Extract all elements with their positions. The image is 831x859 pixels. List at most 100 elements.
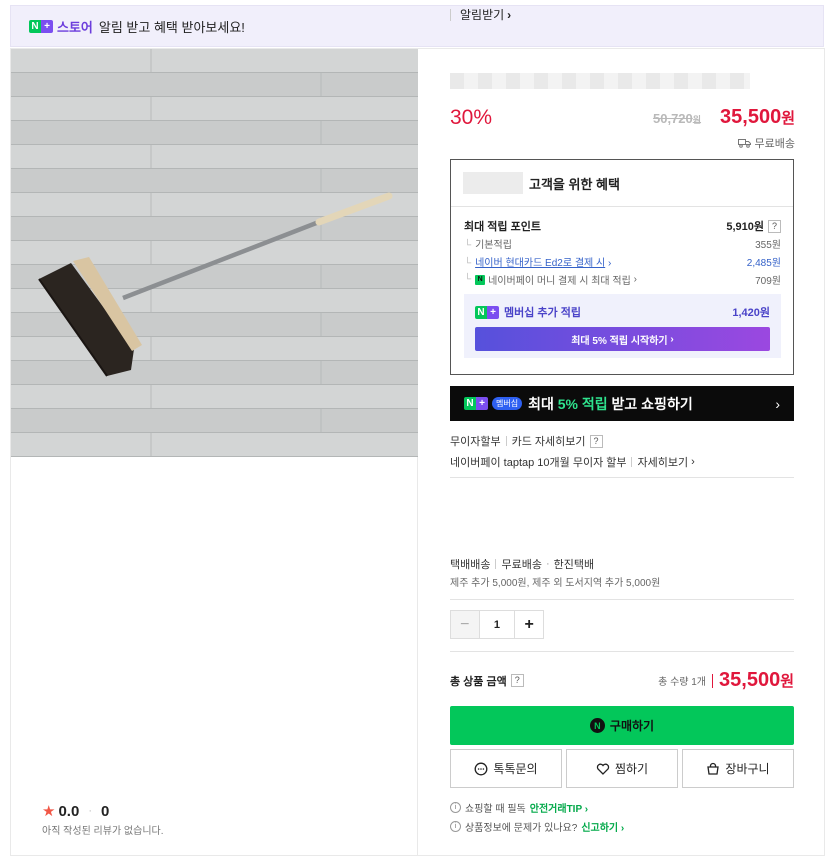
quantity-stepper: − 1 + <box>450 610 544 639</box>
info-icon: i <box>450 802 461 813</box>
membership-badge: 멤버십 <box>492 397 523 410</box>
membership-row: N + 멤버십 추가 적립 1,420원 <box>475 304 770 320</box>
nplus-logo-icon: N + <box>475 305 499 319</box>
sale-price: 35,500원 <box>720 106 795 128</box>
chevron-right-icon: › <box>507 7 512 22</box>
safe-trade-tip: i 쇼핑할 때 필독 안전거래TIP › <box>450 800 588 815</box>
truck-icon <box>737 139 751 148</box>
nplus-logo-icon: N + <box>29 19 53 33</box>
max-points-label: 최대 적립 포인트 <box>464 221 541 233</box>
heart-icon <box>596 763 610 775</box>
free-shipping: 무료배송 <box>737 135 795 151</box>
secondary-actions: 톡톡문의 찜하기 장바구니 <box>450 749 794 788</box>
card-points-value: 2,485원 <box>746 258 781 269</box>
membership-box: N + 멤버십 추가 적립 1,420원 최대 5% 적립 시작하기 › <box>464 294 781 358</box>
benefit-box: 고객을 위한 혜택 최대 적립 포인트 5,910원? └ 기본적립 355원 └… <box>450 159 794 375</box>
taptap-label: 네이버페이 taptap 10개월 무이자 할부 <box>450 457 627 469</box>
npay-points-value: 709원 <box>755 276 781 287</box>
no-review-text: 아직 작성된 리뷰가 없습니다. <box>42 826 164 837</box>
divider <box>450 651 794 652</box>
notify-button-label: 알림받기 <box>460 8 505 22</box>
chevron-right-icon: › <box>670 333 674 345</box>
quantity-decrease-button[interactable]: − <box>451 611 480 638</box>
divider <box>495 559 497 569</box>
taptap-row: 네이버페이 taptap 10개월 무이자 할부 자세히보기 › <box>450 454 695 470</box>
membership-label: 멤버십 추가 적립 <box>504 307 581 319</box>
safe-trade-link[interactable]: 안전거래TIP › <box>530 800 588 815</box>
benefit-title: 고객을 위한 혜택 <box>529 176 620 192</box>
chat-icon <box>474 762 488 775</box>
npay-points-label: 네이버페이 머니 결제 시 최대 적립 <box>488 276 631 287</box>
product-title-blurred <box>450 73 750 89</box>
talk-inquiry-button[interactable]: 톡톡문의 <box>450 749 562 788</box>
card-detail-link[interactable]: 카드 자세히보기 <box>512 433 586 449</box>
help-icon[interactable]: ? <box>589 434 603 448</box>
wish-button[interactable]: 찜하기 <box>566 749 678 788</box>
shipping-fee: 무료배송 <box>501 559 542 571</box>
store-name-blurred <box>463 172 523 194</box>
chevron-right-icon: › <box>775 395 780 412</box>
total-count: 총 수량 1개 <box>658 677 707 688</box>
membership-banner[interactable]: N + 멤버십 최대 5% 적립 받고 쇼핑하기 › <box>450 386 794 421</box>
product-detail-frame: ★ 0.0 · 0 아직 작성된 리뷰가 없습니다. 30% 50,720원 3… <box>10 48 825 856</box>
divider <box>450 599 794 600</box>
shipping-carrier: 한진택배 <box>553 559 595 571</box>
help-icon[interactable]: ? <box>768 219 781 233</box>
banner-text: 최대 5% 적립 받고 쇼핑하기 <box>528 395 693 412</box>
divider <box>712 673 714 688</box>
total-label: 총 상품 금액 <box>450 675 507 688</box>
max-points-row: 최대 적립 포인트 5,910원? <box>464 218 781 234</box>
shipping-row: 택배배송 무료배송 · 한진택배 <box>450 558 595 571</box>
quantity-increase-button[interactable]: + <box>514 611 543 638</box>
star-icon: ★ <box>42 803 56 820</box>
taptap-detail-link[interactable]: 자세히보기 <box>637 454 688 470</box>
review-rating[interactable]: ★ 0.0 · 0 <box>42 802 110 821</box>
notify-button[interactable]: 알림받기 › <box>450 6 795 23</box>
basic-points-value: 355원 <box>755 240 781 251</box>
shipping-method: 택배배송 <box>450 559 491 571</box>
store-notify-bar: N + 스토어 알림 받고 혜택 받아보세요! 알림받기 › <box>10 5 824 47</box>
divider <box>450 8 451 21</box>
shipping-extra: 제주 추가 5,000원, 제주 외 도서지역 추가 5,000원 <box>450 578 661 589</box>
npay-icon: N <box>475 274 486 285</box>
npay-icon: N <box>589 718 605 733</box>
info-icon: i <box>450 821 461 832</box>
cart-icon <box>707 762 720 775</box>
divider <box>451 206 793 207</box>
card-points-row[interactable]: └ 네이버 현대카드 Ed2로 결제 시 › 2,485원 <box>464 254 781 269</box>
divider <box>631 457 633 467</box>
notify-message: 알림 받고 혜택 받아보세요! <box>98 19 245 35</box>
store-label: 스토어 <box>57 19 93 35</box>
total-price: 35,500원 <box>719 669 794 691</box>
card-points-link[interactable]: 네이버 현대카드 Ed2로 결제 시 <box>475 258 605 269</box>
npay-points-row[interactable]: └ N 네이버페이 머니 결제 시 최대 적립 › 709원 <box>464 272 781 287</box>
buy-button[interactable]: N 구매하기 <box>450 706 794 745</box>
total-price-row: 총 상품 금액 ? 총 수량 1개 35,500원 <box>450 669 794 692</box>
original-price: 50,720원 <box>653 111 702 126</box>
divider <box>505 436 507 446</box>
membership-value: 1,420원 <box>732 307 770 319</box>
benefit-header: 고객을 위한 혜택 <box>463 172 620 194</box>
chevron-right-icon: › <box>633 274 637 285</box>
quantity-value[interactable]: 1 <box>480 611 515 638</box>
installment-row: 무이자할부 카드 자세히보기 ? <box>450 433 603 449</box>
review-score: 0.0 <box>58 802 80 820</box>
installment-label: 무이자할부 <box>450 436 501 448</box>
report-tip: i 상품정보에 문제가 있나요? 신고하기 › <box>450 819 624 834</box>
product-image-column: ★ 0.0 · 0 아직 작성된 리뷰가 없습니다. <box>11 49 418 855</box>
help-icon[interactable]: ? <box>510 674 524 687</box>
cart-button[interactable]: 장바구니 <box>682 749 794 788</box>
product-image[interactable] <box>11 49 418 457</box>
review-count: 0 <box>100 802 110 820</box>
chevron-right-icon: › <box>691 456 695 468</box>
membership-start-button[interactable]: 최대 5% 적립 시작하기 › <box>475 327 770 351</box>
max-points-value: 5,910원 <box>726 221 764 233</box>
report-link[interactable]: 신고하기 › <box>581 819 624 834</box>
discount-rate: 30% <box>450 106 493 129</box>
chevron-right-icon: › <box>607 258 612 269</box>
divider <box>450 477 794 478</box>
basic-points-label: 기본적립 <box>475 240 512 251</box>
nplus-logo-icon: N + <box>464 397 488 410</box>
basic-points-row: └ 기본적립 355원 <box>464 236 781 251</box>
divider: · <box>88 805 92 817</box>
